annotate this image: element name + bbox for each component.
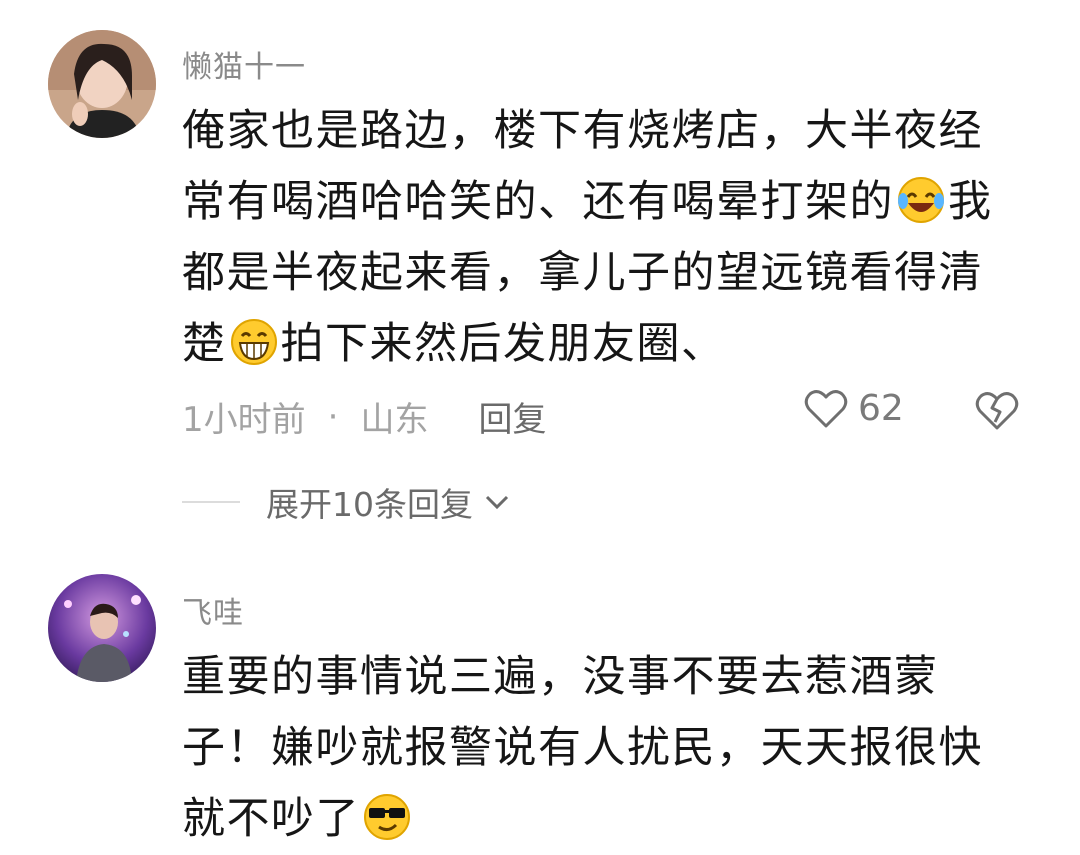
laughing-emoji-icon <box>898 177 944 223</box>
username[interactable]: 飞哇 <box>182 588 244 632</box>
like-count: 62 <box>858 388 904 429</box>
avatar[interactable] <box>48 30 156 138</box>
sunglasses-emoji-icon <box>364 794 410 840</box>
comment-text: 重要的事情说三遍，没事不要去惹酒蒙 子！嫌吵就报警说有人扰民，天天报很快 就不吵… <box>182 642 1032 855</box>
comment-line: 就不吵了 <box>182 784 1032 855</box>
heart-icon <box>804 389 848 427</box>
grinning-emoji-icon <box>230 319 277 365</box>
comment-line: 楚 拍下来然后发朋友圈、 <box>182 309 1032 380</box>
meta-separator: · <box>327 396 339 437</box>
comment-line-text: 拍下来然后发朋友圈、 <box>280 319 726 369</box>
comment-line-text: 就不吵了 <box>182 794 360 844</box>
username[interactable]: 懒猫十一 <box>182 42 306 86</box>
comment-line: 常有喝酒哈哈笑的、还有喝晕打架的 我 <box>182 167 1032 238</box>
expand-replies-label: 展开10条回复 <box>266 485 473 524</box>
timestamp: 1小时前 <box>182 400 306 440</box>
comment-line: 都是半夜起来看，拿儿子的望远镜看得清 <box>182 248 983 298</box>
comment-text: 俺家也是路边，楼下有烧烤店，大半夜经 常有喝酒哈哈笑的、还有喝晕打架的 我 都是半… <box>182 96 1032 380</box>
comment-line-text: 常有喝酒哈哈笑的、还有喝晕打架的 <box>182 177 894 227</box>
comment-meta: 1小时前 · 山东 回复 <box>182 392 546 441</box>
chevron-down-icon <box>485 495 509 510</box>
comment-line: 俺家也是路边，楼下有烧烤店，大半夜经 <box>182 106 983 156</box>
avatar[interactable] <box>48 574 156 682</box>
like-button[interactable]: 62 <box>804 388 904 429</box>
location: 山东 <box>360 400 429 440</box>
comment-line-text: 楚 <box>182 319 227 369</box>
comment-line-text: 我 <box>948 177 993 227</box>
broken-heart-icon <box>975 392 1019 430</box>
divider <box>182 501 240 503</box>
reply-button[interactable]: 回复 <box>478 392 546 441</box>
expand-replies[interactable]: 展开10条回复 <box>182 478 511 526</box>
comment-line: 重要的事情说三遍，没事不要去惹酒蒙 <box>182 652 939 702</box>
dislike-button[interactable] <box>974 390 1020 436</box>
comment-line: 子！嫌吵就报警说有人扰民，天天报很快 <box>182 723 983 773</box>
